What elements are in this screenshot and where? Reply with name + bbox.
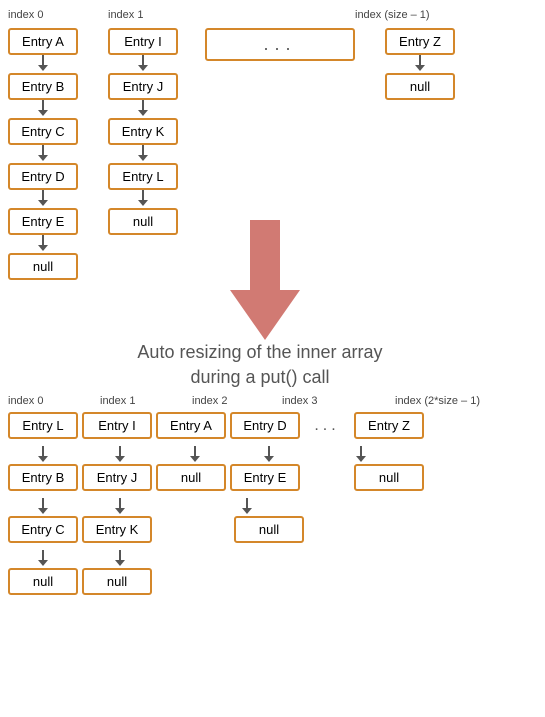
top-index-last: index (size – 1) <box>355 6 430 21</box>
bot-arr1-c1 <box>110 498 130 516</box>
top-ellipsis: ... <box>205 28 355 61</box>
bot-arr0-c0 <box>33 446 53 464</box>
top-col-dots: ... <box>205 28 355 61</box>
top-col-last: Entry Z null <box>385 28 455 100</box>
bot-r1-c0: Entry B <box>8 464 78 491</box>
bot-arr1-c0 <box>33 498 53 516</box>
bot-arrows-1 <box>8 498 257 516</box>
bot-arr0-c3 <box>259 446 279 464</box>
bot-row1: Entry B Entry J null Entry E null <box>8 464 424 491</box>
arrow-c1-0 <box>133 55 153 73</box>
top-col1: Entry I Entry J Entry K Entry L null <box>108 28 178 235</box>
bot-r0-dots: ... <box>304 417 350 435</box>
bot-r1-c2: null <box>156 464 226 491</box>
bot-arr0-last <box>351 446 371 464</box>
top-col1-entry1: Entry J <box>108 73 178 100</box>
bot-row0: Entry L Entry I Entry A Entry D ... Entr… <box>8 412 424 439</box>
bot-arr0-c2 <box>185 446 205 464</box>
bot-r2-c0: Entry C <box>8 516 78 543</box>
bot-row2: Entry C Entry K null <box>8 516 304 543</box>
bottom-diagram: index 0 index 1 index 2 index 3 index (2… <box>0 390 545 660</box>
bot-row3: null null <box>8 568 152 595</box>
bot-r2-c3: null <box>234 516 304 543</box>
bot-r0-c3: Entry D <box>230 412 300 439</box>
bot-arr0-c1 <box>110 446 130 464</box>
arrow-c0-1 <box>33 100 53 118</box>
bot-index-3: index 3 <box>282 392 317 407</box>
bot-r0-c2: Entry A <box>156 412 226 439</box>
top-index-0: index 0 <box>8 6 43 21</box>
top-index-1: index 1 <box>108 6 143 21</box>
top-col-last-entry0: Entry Z <box>385 28 455 55</box>
top-col0: Entry A Entry B Entry C Entry D Entry E … <box>8 28 78 280</box>
bot-index-0: index 0 <box>8 392 43 407</box>
top-diagram: index 0 index 1 index (size – 1) Entry A… <box>0 0 545 390</box>
bot-arrows-2 <box>8 550 130 568</box>
bot-arr2-c1 <box>110 550 130 568</box>
top-col0-entry2: Entry C <box>8 118 78 145</box>
arrow-c1-3 <box>133 190 153 208</box>
bot-arr1-c3 <box>237 498 257 516</box>
bot-r0-c1: Entry I <box>82 412 152 439</box>
arrow-c0-3 <box>33 190 53 208</box>
bot-arr2-c0 <box>33 550 53 568</box>
top-col1-entry3: Entry L <box>108 163 178 190</box>
bot-r0-last: Entry Z <box>354 412 424 439</box>
top-col0-entry4: Entry E <box>8 208 78 235</box>
bot-r2-c1: Entry K <box>82 516 152 543</box>
arrow-c1-2 <box>133 145 153 163</box>
top-col1-entry2: Entry K <box>108 118 178 145</box>
top-col0-entry3: Entry D <box>8 163 78 190</box>
big-down-arrow <box>230 220 300 350</box>
top-col0-entry1: Entry B <box>8 73 78 100</box>
bot-arrows-0 <box>8 446 371 464</box>
top-col-last-null: null <box>385 73 455 100</box>
bot-index-1: index 1 <box>100 392 135 407</box>
bot-r1-last: null <box>354 464 424 491</box>
bot-r3-c0: null <box>8 568 78 595</box>
top-col1-null: null <box>108 208 178 235</box>
arrow-c0-0 <box>33 55 53 73</box>
top-col1-entry0: Entry I <box>108 28 178 55</box>
bot-r0-c0: Entry L <box>8 412 78 439</box>
arrow-c0-4 <box>33 235 53 253</box>
bot-index-last: index (2*size – 1) <box>395 392 480 407</box>
top-col0-entry0: Entry A <box>8 28 78 55</box>
arrow-c1-1 <box>133 100 153 118</box>
bot-r3-c1: null <box>82 568 152 595</box>
bot-index-2: index 2 <box>192 392 227 407</box>
arrow-c0-2 <box>33 145 53 163</box>
arrow-last-0 <box>410 55 430 73</box>
bot-r1-c3: Entry E <box>230 464 300 491</box>
top-col0-null: null <box>8 253 78 280</box>
bot-r1-c1: Entry J <box>82 464 152 491</box>
